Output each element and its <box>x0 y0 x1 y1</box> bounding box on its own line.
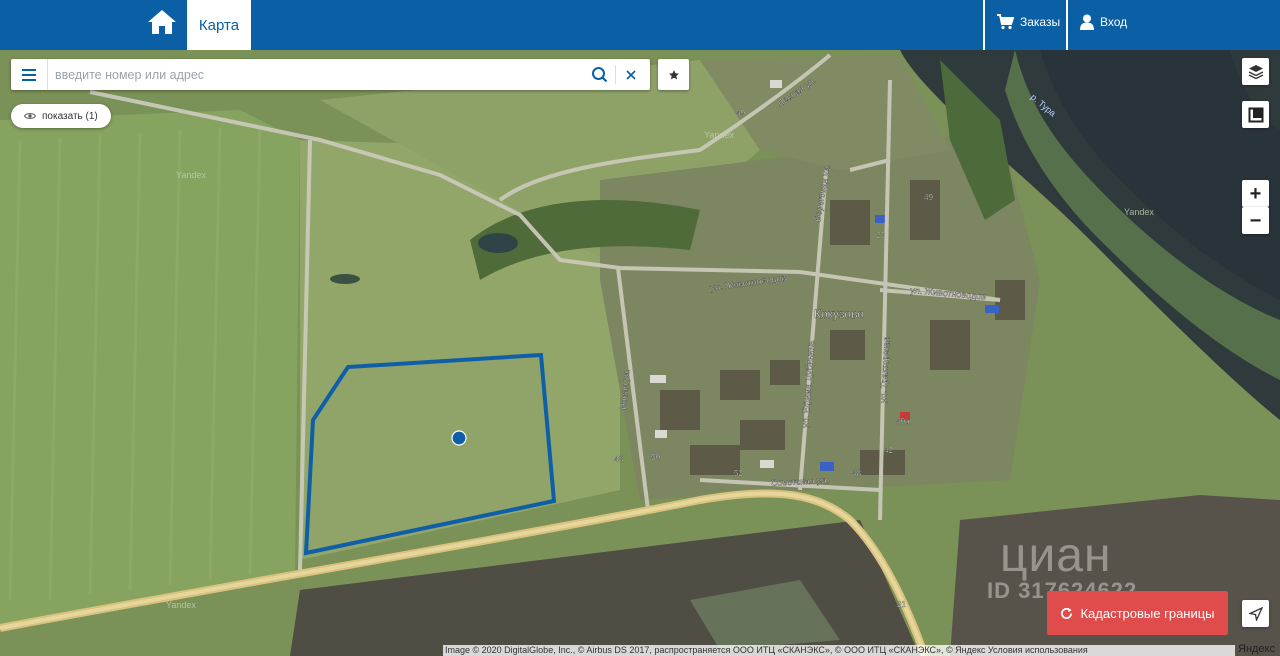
show-results-label: показать (1) <box>42 110 98 122</box>
user-icon <box>1080 14 1094 30</box>
geolocation-button[interactable] <box>1242 600 1269 627</box>
close-icon[interactable] <box>622 66 640 84</box>
tab-map[interactable]: Карта <box>187 0 251 50</box>
house-number: 49 <box>736 109 745 118</box>
ruler-icon <box>1248 107 1263 122</box>
house-number: 48 <box>614 455 623 464</box>
village-label: Кокузово <box>814 307 864 321</box>
login-label: Вход <box>1100 15 1128 29</box>
house-number: 40а <box>896 417 910 426</box>
menu-button[interactable] <box>11 59 48 90</box>
house-number: 21 <box>897 600 906 609</box>
star-icon <box>668 69 679 79</box>
search-bar <box>11 59 650 90</box>
eye-icon <box>24 113 36 119</box>
tile-brand: Yandex <box>704 130 734 140</box>
home-icon[interactable] <box>146 8 178 36</box>
search-divider <box>615 65 616 84</box>
layers-icon <box>1248 64 1263 79</box>
cadastral-boundaries-button[interactable]: Кадастровые границы <box>1047 591 1228 635</box>
header-divider <box>1066 0 1068 50</box>
favorites-button[interactable] <box>658 59 689 90</box>
orders-link[interactable]: Заказы <box>996 0 1060 44</box>
zoom-out-button[interactable]: − <box>1242 207 1269 234</box>
layers-button[interactable] <box>1242 58 1269 85</box>
ruler-button[interactable] <box>1242 101 1269 128</box>
tile-brand: Yandex <box>166 600 196 610</box>
zoom-in-button[interactable]: + <box>1242 180 1269 207</box>
hamburger-icon <box>22 68 36 81</box>
yandex-logo[interactable]: Яндекс <box>1238 643 1275 655</box>
house-number: 49 <box>924 193 933 202</box>
house-number: 23 <box>876 231 885 240</box>
login-link[interactable]: Вход <box>1080 0 1127 44</box>
show-results-pill[interactable]: показать (1) <box>11 104 111 128</box>
house-number: 52 <box>734 469 743 478</box>
tile-brand: Yandex <box>176 170 206 180</box>
orders-label: Заказы <box>1020 15 1061 29</box>
cadastral-label: Кадастровые границы <box>1080 605 1215 621</box>
land-plot-marker[interactable] <box>451 430 467 446</box>
house-number: 48 <box>852 469 861 478</box>
search-input[interactable] <box>55 63 580 86</box>
location-arrow-icon <box>1248 606 1263 621</box>
header-divider <box>983 0 985 50</box>
map-copyright: Image © 2020 DigitalGlobe, Inc., © Airbu… <box>443 645 1235 656</box>
watermark-logo: циан <box>1000 529 1112 582</box>
top-bar: Карта Заказы Вход <box>0 0 1280 50</box>
cart-icon <box>997 14 1014 30</box>
house-number: 50 <box>651 453 660 462</box>
tile-brand: Yandex <box>1124 207 1154 217</box>
refresh-icon <box>1061 607 1073 619</box>
house-number: 42 <box>884 446 893 455</box>
search-icon[interactable] <box>591 66 609 84</box>
